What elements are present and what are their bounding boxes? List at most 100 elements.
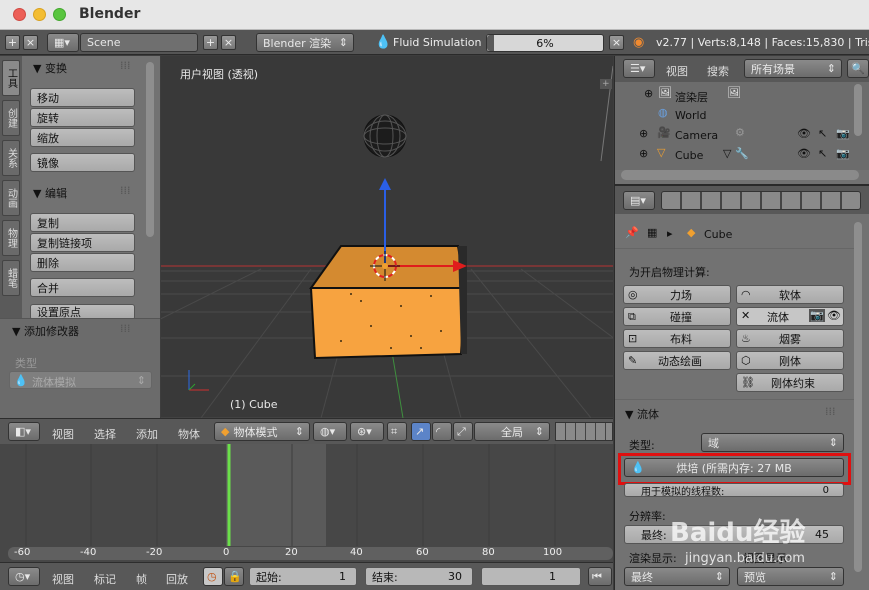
rigid-body-button[interactable]: ⬡ 刚体 — [736, 351, 844, 370]
force-field-button[interactable]: ◎ 力场 — [623, 285, 731, 304]
properties-context-tabs[interactable] — [661, 191, 861, 210]
smoke-button[interactable]: ♨ 烟雾 — [736, 329, 844, 348]
timeline-editor[interactable]: -60 -40 -20 0 20 40 60 80 100 — [0, 444, 613, 562]
visibility-eye-icon[interactable]: 👁 — [797, 127, 811, 140]
edit-panel-header[interactable]: ▼ 编辑 — [33, 185, 67, 201]
tl-menu-frame[interactable]: 帧 — [136, 571, 147, 587]
operator-panel-header[interactable]: ▼ 添加修改器 — [12, 323, 79, 339]
operator-type-dropdown[interactable]: 💧 流体模拟 ⇕ — [9, 371, 152, 389]
cancel-job-icon[interactable]: × — [609, 35, 624, 50]
scene-name-field[interactable]: Scene — [80, 33, 198, 52]
rigid-body-constraint-button[interactable]: ⛓ 刚体约束 — [736, 373, 844, 392]
properties-scrollbar[interactable] — [854, 222, 862, 572]
maximize-window-button[interactable] — [53, 8, 66, 21]
panel-drag-grip-icon-2[interactable]: ⁞⁞⁞ — [120, 184, 131, 197]
outliner-item-world[interactable]: World — [675, 109, 707, 122]
mode-dropdown[interactable]: ◆ 物体模式 ⇕ — [214, 422, 310, 441]
jump-start-icon[interactable]: ⏮ — [588, 567, 612, 586]
viewport-display-dropdown[interactable]: 预览 ⇕ — [737, 567, 844, 586]
outliner-scrollbar[interactable] — [854, 84, 862, 136]
minimize-window-button[interactable] — [33, 8, 46, 21]
add-scene-icon[interactable]: + — [5, 35, 20, 50]
z-gizmo-head[interactable] — [379, 178, 391, 190]
visibility-eye-icon-2[interactable]: 👁 — [797, 147, 811, 160]
menu-object[interactable]: 物体 — [178, 426, 200, 442]
selectable-arrow-icon[interactable]: ↖ — [818, 127, 827, 140]
pivot-dropdown[interactable]: ⊛▾ — [350, 422, 384, 441]
orientation-dropdown[interactable]: 全局 ⇕ — [474, 422, 550, 441]
render-engine-dropdown[interactable]: Blender 渲染 ⇕ — [256, 33, 354, 52]
renderable-camera-icon[interactable]: 📷 — [836, 127, 850, 140]
render-display-dropdown[interactable]: 最终 ⇕ — [624, 567, 730, 586]
dynamic-paint-button[interactable]: ✎ 动态绘画 — [623, 351, 731, 370]
fluid-view-icon[interactable]: 👁 — [827, 309, 841, 322]
tl-menu-marker[interactable]: 标记 — [94, 571, 116, 587]
remove-scene-icon-2[interactable]: × — [221, 35, 236, 50]
outliner-filter-dropdown[interactable]: 所有场景 ⇕ — [744, 59, 842, 78]
outliner-item-camera[interactable]: Camera — [675, 129, 718, 142]
outliner-hscrollbar[interactable] — [621, 170, 859, 180]
tool-shelf-scrollbar[interactable] — [146, 62, 154, 237]
renderable-camera-icon-2[interactable]: 📷 — [836, 147, 850, 160]
timeline-scrollbar[interactable] — [8, 547, 613, 560]
panel-drag-grip-icon-4[interactable]: ⁞⁞⁞ — [825, 405, 836, 418]
soft-body-button[interactable]: ◠ 软体 — [736, 285, 844, 304]
fluid-render-icon[interactable]: 📷 — [809, 309, 825, 322]
panel-drag-grip-icon[interactable]: ⁞⁞⁞ — [120, 59, 131, 72]
menu-add[interactable]: 添加 — [136, 426, 158, 442]
tab-grease-pencil[interactable]: 蜡笔 — [2, 260, 20, 296]
duplicate-button[interactable]: 复制 — [30, 213, 135, 232]
collision-button[interactable]: ⧉ 碰撞 — [623, 307, 731, 326]
tl-menu-view[interactable]: 视图 — [52, 571, 74, 587]
outliner-search-icon[interactable]: 🔍 — [847, 59, 869, 78]
cube-mesh[interactable] — [309, 245, 467, 360]
expand-icon[interactable]: ⊕ — [644, 87, 653, 100]
3d-viewport[interactable]: 用户视图 (透视) (1) Cube + — [161, 56, 613, 418]
menu-select[interactable]: 选择 — [94, 426, 116, 442]
scale-button[interactable]: 缩放 — [30, 128, 135, 147]
tab-tools[interactable]: 工具 — [2, 60, 20, 96]
editor-type-icon[interactable]: ◧▾ — [8, 422, 40, 441]
current-frame-field[interactable]: 1 — [481, 567, 581, 586]
pin-icon[interactable]: 📌 — [625, 226, 639, 239]
selectable-arrow-icon-2[interactable]: ↖ — [818, 147, 827, 160]
expand-icon-2[interactable]: ⊕ — [639, 127, 648, 140]
cloth-button[interactable]: ⊡ 布料 — [623, 329, 731, 348]
fluid-panel-header[interactable]: ▼ 流体 — [625, 406, 659, 422]
panel-drag-grip-icon-3[interactable]: ⁞⁞⁞ — [120, 322, 131, 335]
tab-physics[interactable]: 物理 — [2, 220, 20, 256]
end-frame-field[interactable]: 结束: 30 — [365, 567, 473, 586]
viewport-expand-icon[interactable]: + — [600, 79, 612, 89]
preview-range-icon[interactable]: ◷ — [203, 567, 223, 586]
add-scene-icon-2[interactable]: + — [203, 35, 218, 50]
lock-range-icon[interactable]: 🔒 — [224, 567, 244, 586]
duplicate-linked-button[interactable]: 复制链接项 — [30, 233, 135, 252]
translate-manipulator-icon[interactable]: ↗ — [411, 422, 431, 441]
tab-create[interactable]: 创建 — [2, 100, 20, 136]
rotate-button[interactable]: 旋转 — [30, 108, 135, 127]
outliner-item-cube[interactable]: Cube — [675, 149, 703, 162]
move-button[interactable]: 移动 — [30, 88, 135, 107]
scene-selector-icon[interactable]: ▦▾ — [47, 33, 79, 52]
tl-menu-playback[interactable]: 回放 — [166, 571, 188, 587]
timeline-editor-type-icon[interactable]: ◷▾ — [8, 567, 40, 586]
close-window-button[interactable] — [13, 8, 26, 21]
outliner-list[interactable]: ⊕ 🖼 渲染层 🖼 ◍ World ⊕ 🎥 Camera ⚙ ⊕ ▽ Cube … — [615, 82, 869, 170]
shading-dropdown[interactable]: ◍▾ — [313, 422, 347, 441]
outliner-item-render-layers[interactable]: 渲染层 — [675, 89, 708, 105]
manipulator-toggle-icon[interactable]: ⌗ — [387, 422, 407, 441]
tab-relations[interactable]: 关系 — [2, 140, 20, 176]
fluid-type-dropdown[interactable]: 域 ⇕ — [701, 433, 844, 452]
outliner-menu-search[interactable]: 搜索 — [707, 63, 729, 79]
threads-field[interactable]: 用于模拟的线程数: 0 — [624, 483, 844, 497]
outliner-editor-type-icon[interactable]: ☰▾ — [623, 59, 655, 78]
remove-scene-icon[interactable]: × — [23, 35, 38, 50]
transform-panel-header[interactable]: ▼ 变换 — [33, 60, 67, 76]
start-frame-field[interactable]: 起始: 1 — [249, 567, 357, 586]
join-button[interactable]: 合并 — [30, 278, 135, 297]
outliner-menu-view[interactable]: 视图 — [666, 63, 688, 79]
fluid-button[interactable]: ✕ 流体 📷 👁 — [736, 307, 844, 326]
expand-icon-3[interactable]: ⊕ — [639, 147, 648, 160]
delete-button[interactable]: 删除 — [30, 253, 135, 272]
menu-view[interactable]: 视图 — [52, 426, 74, 442]
